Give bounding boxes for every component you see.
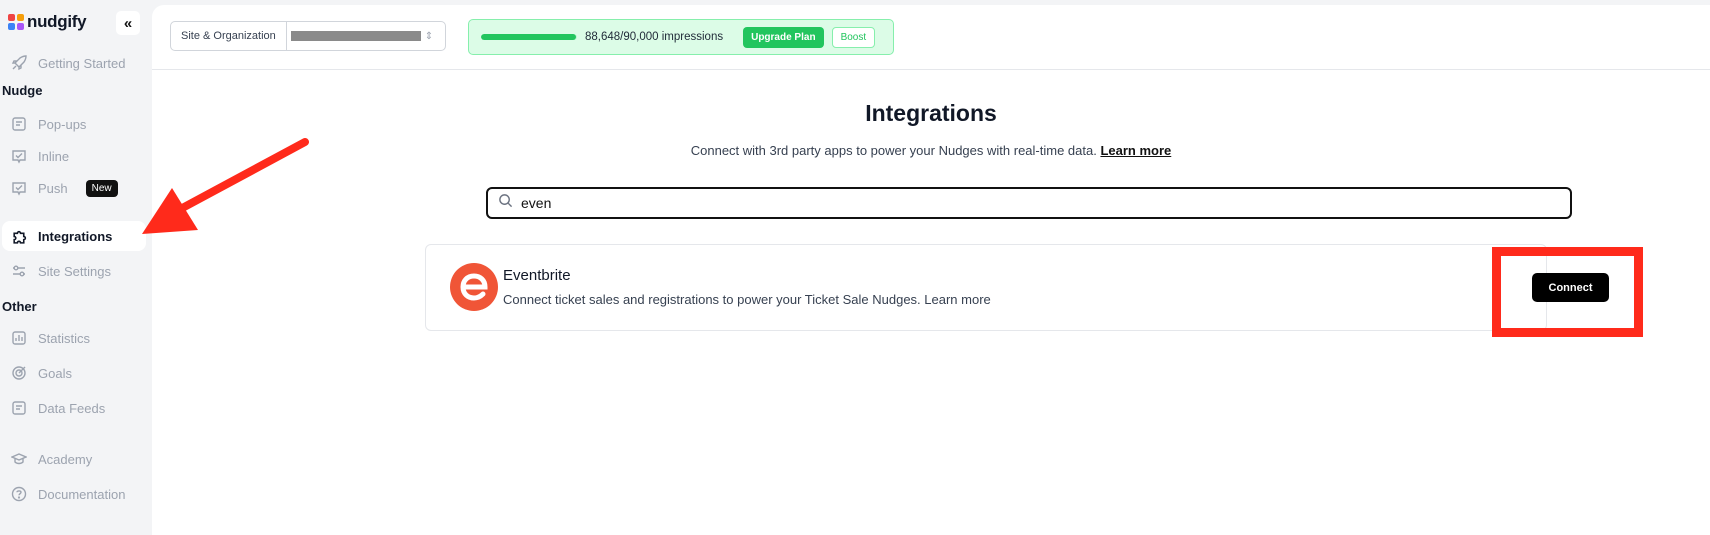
section-label-nudge: Nudge [2, 83, 43, 98]
graduation-cap-icon [10, 450, 28, 468]
impressions-progress-fill [481, 34, 576, 40]
sidebar-item-label: Pop-ups [38, 116, 87, 132]
sidebar-item-label: Integrations [38, 228, 113, 244]
redacted-site-name [290, 31, 421, 41]
nudgify-logo[interactable]: nudgify [8, 12, 87, 32]
sidebar-item-site-settings[interactable]: Site Settings [2, 256, 146, 286]
sidebar-item-label: Academy [38, 451, 93, 467]
annotation-arrow-icon [142, 138, 309, 234]
page-title: Integrations [865, 100, 997, 126]
sidebar-item-label: Data Feeds [38, 400, 106, 416]
topbar: Site & Organization ⇕ 88,648/90,000 impr… [152, 5, 1710, 70]
logo-mark-icon [8, 14, 24, 30]
integration-card-eventbrite: Eventbrite Connect ticket sales and regi… [425, 244, 1547, 331]
sidebar-item-push[interactable]: Push New [2, 173, 146, 203]
impressions-progress-bar [481, 34, 577, 40]
sidebar-item-label: Inline [38, 148, 70, 164]
sidebar-item-statistics[interactable]: Statistics [2, 323, 146, 353]
section-label-other: Other [2, 299, 37, 314]
subtitle-text: Connect with 3rd party apps to power you… [690, 143, 1097, 158]
integration-search[interactable] [486, 187, 1572, 219]
sidebar-item-label: Statistics [38, 330, 91, 346]
site-selector-value[interactable]: ⇕ [287, 22, 445, 50]
brand-name: nudgify [27, 12, 87, 31]
popup-icon [10, 115, 28, 133]
learn-more-link[interactable]: Learn more [1100, 143, 1171, 158]
site-organization-selector[interactable]: Site & Organization ⇕ [170, 21, 446, 51]
new-badge: New [85, 179, 118, 197]
page-subtitle: Connect with 3rd party apps to power you… [152, 143, 1710, 158]
chevrons-left-icon: « [123, 14, 133, 32]
inline-check-icon [10, 147, 28, 165]
sidebar-item-documentation[interactable]: Documentation [2, 479, 146, 509]
sliders-icon [10, 262, 28, 280]
sidebar: nudgify « Getting Started Nudge Pop-ups … [0, 0, 150, 535]
help-circle-icon [10, 485, 28, 503]
eventbrite-logo [450, 263, 498, 311]
sidebar-item-label: Site Settings [38, 263, 111, 279]
sidebar-item-integrations[interactable]: Integrations [2, 221, 146, 251]
main-panel: Site & Organization ⇕ 88,648/90,000 impr… [152, 5, 1710, 535]
sidebar-item-label: Push [38, 180, 68, 196]
boost-button[interactable]: Boost [831, 26, 876, 48]
sidebar-item-data-feeds[interactable]: Data Feeds [2, 393, 146, 423]
sidebar-item-label: Goals [38, 365, 72, 381]
push-check-icon [10, 179, 28, 197]
upgrade-plan-button[interactable]: Upgrade Plan [743, 26, 824, 48]
sidebar-item-academy[interactable]: Academy [2, 444, 146, 474]
feed-icon [10, 399, 28, 417]
target-icon [10, 364, 28, 382]
chart-icon [10, 329, 28, 347]
sidebar-item-goals[interactable]: Goals [2, 358, 146, 388]
integration-name: Eventbrite [503, 267, 571, 284]
impressions-count: 88,648/90,000 impressions [585, 31, 724, 43]
puzzle-icon [10, 227, 28, 245]
search-input[interactable] [521, 195, 1421, 211]
site-selector-label: Site & Organization [171, 22, 287, 50]
sidebar-item-popups[interactable]: Pop-ups [2, 109, 146, 139]
search-icon [498, 193, 513, 213]
sidebar-item-label: Documentation [38, 486, 126, 502]
sidebar-item-getting-started[interactable]: Getting Started [2, 48, 146, 78]
collapse-sidebar-button[interactable]: « [116, 11, 140, 35]
sidebar-item-inline[interactable]: Inline [2, 141, 146, 171]
chevron-updown-icon: ⇕ [424, 30, 434, 42]
rocket-icon [10, 54, 28, 72]
connect-button[interactable]: Connect [1532, 273, 1609, 302]
integration-description: Connect ticket sales and registrations t… [503, 292, 991, 307]
impressions-usage-banner: 88,648/90,000 impressions Upgrade Plan B… [468, 19, 894, 55]
sidebar-item-label: Getting Started [38, 55, 126, 71]
